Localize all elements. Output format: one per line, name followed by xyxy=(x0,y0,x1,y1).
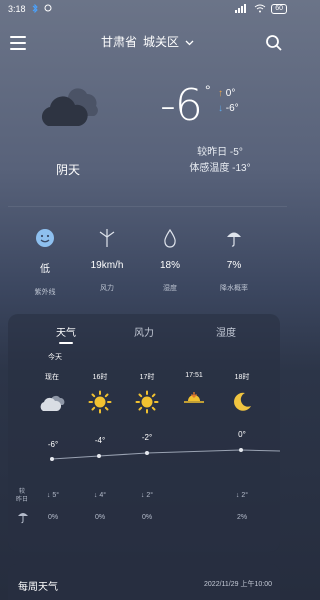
sun-icon xyxy=(127,389,167,415)
tab-weather[interactable]: 天气 xyxy=(36,324,96,339)
hour-item-partial[interactable] xyxy=(270,372,280,414)
signal-icon xyxy=(235,3,249,15)
today-label: 今天 xyxy=(48,354,62,361)
hour-time: 16时 xyxy=(92,374,108,381)
compare-yesterday: 较昨日 -5° xyxy=(197,147,243,158)
status-time: 3:18 xyxy=(8,4,26,14)
metric-precip[interactable]: 7% 降水概率 xyxy=(204,228,264,293)
chevron-down-icon xyxy=(185,35,194,49)
metric-label: 风力 xyxy=(100,285,114,292)
location-selector[interactable]: 甘肃省 城关区 xyxy=(0,33,295,50)
weekly-forecast-card[interactable]: 每周天气 2022/11/29 上午10:00 xyxy=(8,564,280,600)
active-tab-indicator xyxy=(59,342,73,344)
metric-wind[interactable]: 19km/h 风力 xyxy=(77,228,137,293)
condition-text: 阴天 xyxy=(56,163,81,177)
hour-rain: 0% xyxy=(141,514,153,521)
sunset-icon xyxy=(174,386,214,412)
cloudy-icon xyxy=(38,82,100,132)
hour-temp: -6° xyxy=(47,440,59,449)
hour-compare: ↓ 5° xyxy=(46,492,60,499)
metric-value: 18% xyxy=(159,260,180,271)
hour-temp: -2° xyxy=(141,433,153,442)
tab-humidity[interactable]: 湿度 xyxy=(196,324,256,339)
hour-item[interactable]: 18时 xyxy=(222,372,262,415)
compare-row-label: 较 昨日 xyxy=(16,489,29,503)
cloudy-icon xyxy=(32,389,72,415)
wind-turbine-icon xyxy=(77,228,137,248)
moon-icon xyxy=(222,389,262,415)
metric-value: 低 xyxy=(40,264,50,275)
hour-time: 现在 xyxy=(45,374,59,381)
metrics-row: 低 紫外线 19km/h 风力 18% 湿度 7% 降水概率 xyxy=(0,228,295,298)
metric-humidity[interactable]: 18% 湿度 xyxy=(140,228,200,293)
metric-label: 紫外线 xyxy=(34,289,56,296)
hour-item[interactable]: 17时 xyxy=(127,372,167,415)
hour-rain: 2% xyxy=(236,514,248,521)
hour-temp: 0° xyxy=(238,430,246,439)
district-label: 城关区 xyxy=(143,35,180,49)
hour-item[interactable]: 16时 xyxy=(80,372,120,415)
app-bar: 甘肃省 城关区 xyxy=(0,28,295,60)
search-icon[interactable] xyxy=(265,34,283,52)
arrow-up-icon: ↑ xyxy=(218,88,223,99)
wifi-icon xyxy=(254,4,266,15)
hour-temp: -4° xyxy=(94,436,106,445)
high-low: ↑ 0° ↓ -6° xyxy=(218,86,239,116)
province-label: 甘肃省 xyxy=(100,35,137,49)
low-temp: -6° xyxy=(225,103,239,114)
bluetooth-icon xyxy=(31,3,39,15)
temp-point xyxy=(239,448,243,452)
hour-item[interactable]: 现在 xyxy=(32,372,72,415)
status-bar: 3:18 60 xyxy=(0,0,295,18)
degree-symbol: ° xyxy=(205,82,211,98)
arrow-down-icon: ↓ xyxy=(218,103,223,114)
umbrella-icon xyxy=(204,228,264,248)
hour-compare: ↓ 2° xyxy=(140,492,154,499)
notification-dot-icon xyxy=(44,4,52,14)
hour-time: 17:51 xyxy=(185,372,203,379)
tab-wind[interactable]: 风力 xyxy=(114,324,174,339)
compare-block: 较昨日 -5° 体感温度 -13° xyxy=(170,145,270,177)
moon-icon xyxy=(270,388,280,414)
hour-compare: ↓ 2° xyxy=(235,492,249,499)
feels-like: 体感温度 -13° xyxy=(189,163,251,174)
umbrella-icon xyxy=(16,510,30,529)
hour-item[interactable]: 17:51 xyxy=(174,372,214,412)
uv-face-icon xyxy=(15,228,75,248)
metric-label: 降水概率 xyxy=(220,285,248,292)
metric-value: 7% xyxy=(226,260,242,271)
battery-icon: 60 xyxy=(271,4,287,14)
divider xyxy=(8,206,287,207)
current-temperature: -6 xyxy=(160,80,203,131)
hour-rain: 0% xyxy=(94,514,106,521)
forecast-tabs: 天气 风力 湿度 xyxy=(8,324,280,344)
temp-point xyxy=(97,454,101,458)
weekly-updated: 2022/11/29 上午10:00 xyxy=(204,581,272,588)
high-temp: 0° xyxy=(225,88,236,99)
hour-time: 17时 xyxy=(139,374,155,381)
weekly-title: 每周天气 xyxy=(18,582,58,593)
hour-compare: ↓ 4° xyxy=(93,492,107,499)
hour-time: 18时 xyxy=(234,374,250,381)
metric-label: 湿度 xyxy=(163,285,177,292)
temp-point xyxy=(145,451,149,455)
metric-uv[interactable]: 低 紫外线 xyxy=(15,228,75,297)
droplet-icon xyxy=(140,228,200,248)
hour-rain: 0% xyxy=(47,514,59,521)
temp-point xyxy=(50,457,54,461)
metric-value: 19km/h xyxy=(90,260,124,271)
sun-icon xyxy=(80,389,120,415)
hourly-forecast-card: 天气 风力 湿度 今天 现在 16时 17时 17:51 18时 -6° -4°… xyxy=(8,314,280,552)
